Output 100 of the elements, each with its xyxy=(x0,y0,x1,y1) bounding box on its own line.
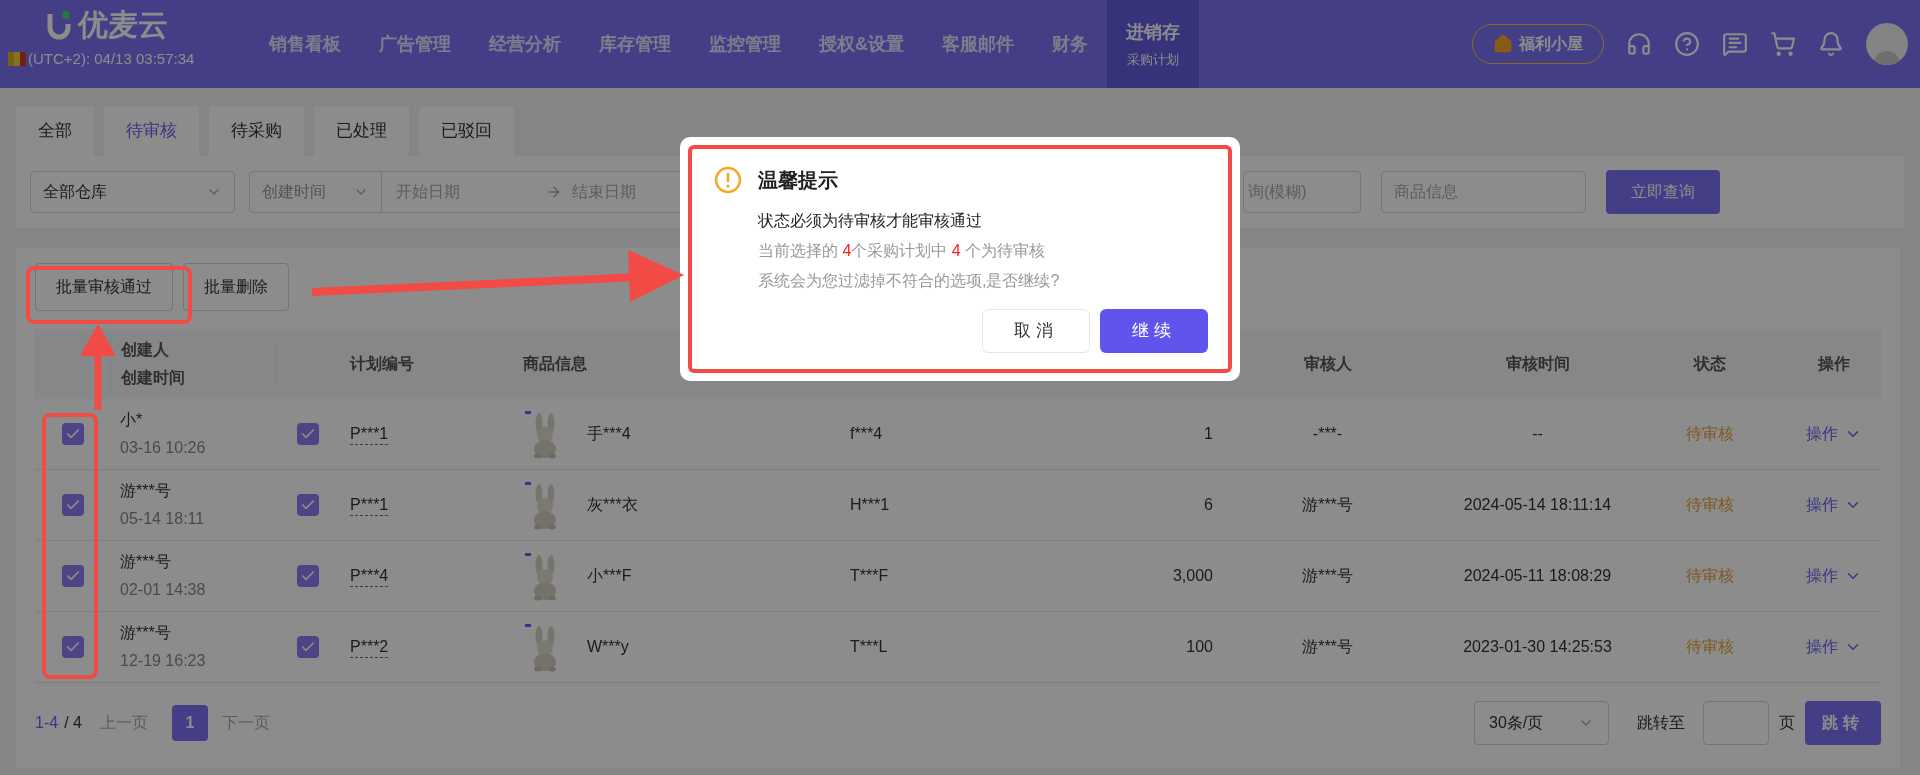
column-header: 创建人 xyxy=(121,340,170,360)
table-cell-text: 游***号 xyxy=(120,623,172,643)
continue-button[interactable]: 继续 xyxy=(1100,309,1208,353)
jump-button[interactable]: 跳转 xyxy=(1805,701,1881,745)
plan-link[interactable]: P***1 xyxy=(350,425,389,445)
table-cell-text: 2023-01-30 14:25:53 xyxy=(1462,637,1613,657)
action-button[interactable]: 批量删除 xyxy=(183,263,289,311)
table-cell-text: 游***号 xyxy=(1301,495,1354,515)
table-cell-text: H***1 xyxy=(849,495,891,515)
range-text: 1-4 xyxy=(35,713,59,733)
nav-item[interactable]: 客服邮件 xyxy=(923,0,1033,88)
tab[interactable]: 待采购 xyxy=(209,106,304,156)
warning-icon xyxy=(714,166,742,194)
checkbox[interactable] xyxy=(61,565,84,587)
tab[interactable]: 全部 xyxy=(16,106,94,156)
table-cell-text: 6 xyxy=(1203,495,1214,515)
message-icon[interactable] xyxy=(1722,31,1748,57)
nav-item[interactable]: 经营分析 xyxy=(470,0,580,88)
jump-field[interactable] xyxy=(1703,701,1769,745)
house-icon xyxy=(1493,34,1513,54)
help-icon[interactable] xyxy=(1674,31,1700,57)
total-text: / 4 xyxy=(64,713,82,733)
checkbox[interactable] xyxy=(296,423,319,445)
status-text: 待审核 xyxy=(1685,637,1735,657)
flag-icon xyxy=(8,52,26,67)
logo-icon xyxy=(46,10,72,40)
action-dropdown[interactable]: 操作 xyxy=(1806,635,1862,659)
checkbox[interactable] xyxy=(61,636,84,658)
page-button[interactable]: 1 xyxy=(171,705,208,741)
table-cell-text: 12-19 16:23 xyxy=(120,651,207,671)
bell-icon[interactable] xyxy=(1818,31,1844,57)
nav-item[interactable]: 财务 xyxy=(1033,0,1107,88)
table-cell-text: f***4 xyxy=(849,424,884,444)
plan-link[interactable]: P***4 xyxy=(350,567,389,587)
headset-icon[interactable] xyxy=(1626,31,1652,57)
plan-link[interactable]: P***2 xyxy=(350,638,389,658)
dialog-note: 系统会为您过滤掉不符合的选项,是否继续? xyxy=(758,271,1061,291)
nav-item[interactable]: 广告管理 xyxy=(360,0,470,88)
table-cell-text: T***L xyxy=(849,637,889,657)
cart-icon[interactable] xyxy=(1770,31,1796,57)
action-button[interactable]: 批量审核通过 xyxy=(35,263,173,311)
table-cell-text: 2024-05-11 18:08:29 xyxy=(1462,566,1613,586)
status-text: 待审核 xyxy=(1685,566,1735,586)
column-header: 状态 xyxy=(1692,354,1727,374)
clock-text: (UTC+2): 04/13 03:57:34 xyxy=(28,49,195,69)
table-cell-text: 1 xyxy=(1203,424,1214,444)
nav-item[interactable]: 监控管理 xyxy=(690,0,800,88)
table-cell-text: 3,000 xyxy=(1171,566,1214,586)
column-header: 审核人 xyxy=(1302,354,1353,374)
checkbox[interactable] xyxy=(296,565,319,587)
nav-item[interactable]: 进销存 采购计划 xyxy=(1107,0,1199,88)
table-cell-text: 手***4 xyxy=(587,424,631,444)
dialog-detail: 当前选择的 4个采购计划中 4 个为待审核 xyxy=(758,241,1047,261)
table-cell-text: W***y xyxy=(587,637,629,657)
action-dropdown[interactable]: 操作 xyxy=(1806,422,1862,446)
dialog-message: 状态必须为待审核才能审核通过 xyxy=(758,211,983,231)
table-cell-text: 游***号 xyxy=(1301,566,1354,586)
nav-item[interactable]: 库存管理 xyxy=(580,0,690,88)
table-cell-text: 02-01 14:38 xyxy=(120,580,207,600)
tab[interactable]: 待审核 xyxy=(104,106,199,156)
nav-item[interactable]: 授权&设置 xyxy=(800,0,923,88)
table-cell-text: 2024-05-14 18:11:14 xyxy=(1462,495,1613,515)
table-cell-text: 100 xyxy=(1185,637,1214,657)
page-size-select[interactable]: 30条/页 xyxy=(1474,701,1609,745)
jump-label: 跳转至 xyxy=(1637,713,1685,733)
table-cell-text: 05-14 18:11 xyxy=(120,509,206,529)
table-cell-text: T***F xyxy=(849,566,890,586)
table-cell-text: 游***号 xyxy=(1301,637,1354,657)
date-type-select[interactable]: 创建时间 xyxy=(249,171,382,213)
checkbox[interactable] xyxy=(61,423,84,445)
checkbox[interactable] xyxy=(296,636,319,658)
plan-link[interactable]: P***1 xyxy=(350,496,389,516)
column-header: 计划编号 xyxy=(348,354,415,374)
table-cell-text: 03-16 10:26 xyxy=(120,438,207,458)
tab[interactable]: 已处理 xyxy=(314,106,409,156)
nav-item[interactable]: 销售看板 xyxy=(250,0,360,88)
table-cell-text: 小* xyxy=(120,410,144,430)
checkbox[interactable] xyxy=(296,494,319,516)
page-unit-text: 页 xyxy=(1779,713,1795,733)
status-text: 待审核 xyxy=(1685,424,1735,444)
search-button[interactable]: 立即查询 xyxy=(1606,170,1720,214)
table-cell-text: -***- xyxy=(1311,424,1344,444)
tab[interactable]: 已驳回 xyxy=(419,106,514,156)
avatar[interactable] xyxy=(1866,23,1908,65)
column-header: 操作 xyxy=(1816,354,1851,374)
cancel-button[interactable]: 取消 xyxy=(982,309,1090,353)
table-cell-text: -- xyxy=(1531,424,1544,444)
status-text: 待审核 xyxy=(1685,495,1735,515)
warehouse-select[interactable]: 全部仓库 xyxy=(30,171,235,213)
logo-text: 优麦云 xyxy=(78,10,168,40)
table-cell-text: 游***号 xyxy=(120,552,172,572)
table-cell-text: 游***号 xyxy=(120,481,172,501)
action-dropdown[interactable]: 操作 xyxy=(1806,564,1862,588)
action-dropdown[interactable]: 操作 xyxy=(1806,493,1862,517)
table-cell-text: 小***F xyxy=(587,566,632,586)
column-header: 商品信息 xyxy=(522,354,588,374)
column-header: 创建时间 xyxy=(121,368,186,388)
table-cell-text: 灰***衣 xyxy=(587,495,638,515)
checkbox[interactable] xyxy=(61,494,84,516)
column-header: 审核时间 xyxy=(1504,354,1571,374)
